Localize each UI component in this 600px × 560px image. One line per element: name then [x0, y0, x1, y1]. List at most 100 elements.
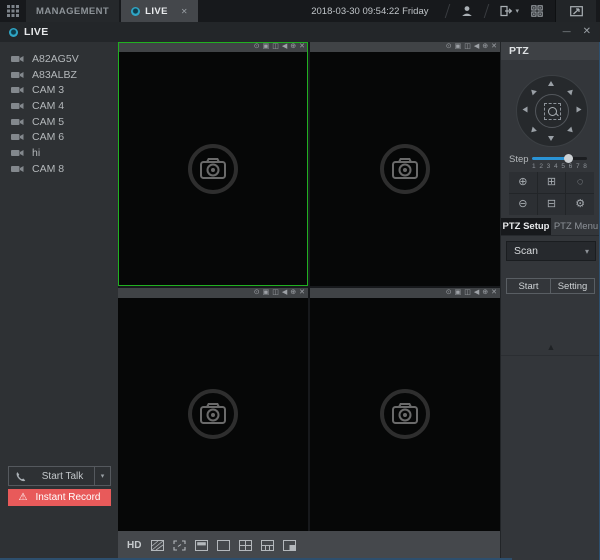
ptz-down-left-arrow[interactable]	[529, 127, 537, 135]
ptz-up-arrow[interactable]	[548, 81, 554, 86]
step-slider[interactable]	[532, 157, 587, 160]
digital-zoom-icon[interactable]: ⊕	[290, 42, 296, 52]
focus-out-button[interactable]: ⊟	[538, 194, 566, 215]
record-icon[interactable]: ⊙	[254, 42, 260, 52]
ptz-down-right-arrow[interactable]	[567, 127, 575, 135]
ptz-up-right-arrow[interactable]	[567, 88, 575, 96]
collapse-panel-button[interactable]: ▲	[501, 342, 600, 352]
iris-open-button[interactable]: ◌	[566, 172, 594, 193]
close-video-icon[interactable]: ✕	[491, 288, 497, 298]
video-area: ⊙ ▣ ◫ ◀ ⊕ ✕	[118, 42, 500, 560]
tab-live[interactable]: LIVE ✕	[121, 0, 198, 22]
original-ratio-button[interactable]	[151, 540, 164, 551]
ptz-3d-position-button[interactable]	[535, 94, 569, 128]
focus-in-button[interactable]: ⊞	[538, 172, 566, 193]
tab-ptz-menu[interactable]: PTZ Menu	[551, 218, 600, 235]
fullscreen-view-button[interactable]	[173, 540, 186, 551]
zoom-in-button[interactable]: ⊕	[509, 172, 537, 193]
camera-item-3[interactable]: CAM 3	[0, 82, 118, 98]
ptz-right-arrow[interactable]	[577, 107, 582, 113]
camera-placeholder-icon	[187, 388, 239, 440]
video-panel-body[interactable]	[310, 298, 500, 532]
start-talk-label: Start Talk	[31, 471, 94, 482]
snapshot-icon[interactable]: ▣	[263, 288, 270, 298]
video-panel-2[interactable]: ⊙ ▣ ◫ ◀ ⊕ ✕	[310, 42, 500, 286]
camera-item-8[interactable]: CAM 8	[0, 161, 118, 177]
audio-icon[interactable]: ◀	[474, 42, 479, 52]
lock-screen-button[interactable]	[525, 0, 549, 22]
close-video-icon[interactable]: ✕	[299, 288, 305, 298]
audio-icon[interactable]: ◀	[282, 288, 287, 298]
iris-close-button[interactable]: ⚙	[566, 194, 594, 215]
digital-zoom-icon[interactable]: ⊕	[482, 42, 488, 52]
camera-item-4[interactable]: CAM 4	[0, 98, 118, 114]
video-camera-icon	[11, 71, 24, 79]
video-panel-1[interactable]: ⊙ ▣ ◫ ◀ ⊕ ✕	[118, 42, 308, 286]
video-camera-icon	[11, 102, 24, 110]
stream-icon[interactable]: ◫	[464, 288, 471, 298]
close-video-icon[interactable]: ✕	[299, 42, 305, 52]
user-button[interactable]	[455, 0, 479, 22]
stream-icon[interactable]: ◫	[464, 42, 471, 52]
phone-icon	[9, 471, 31, 482]
video-panel-body[interactable]	[310, 52, 500, 286]
start-talk-button[interactable]: Start Talk ▾	[8, 466, 111, 486]
setting-button[interactable]: Setting	[550, 278, 595, 294]
video-panel-body[interactable]	[118, 52, 308, 286]
logout-button[interactable]: ▾	[494, 0, 525, 22]
ptz-function-select[interactable]: Scan ▾	[506, 241, 596, 261]
start-button[interactable]: Start	[506, 278, 551, 294]
record-icon[interactable]: ⊙	[446, 288, 452, 298]
close-icon[interactable]: ✕	[583, 27, 591, 37]
stream-icon[interactable]: ◫	[272, 42, 279, 52]
snapshot-icon[interactable]: ▣	[263, 42, 270, 52]
ptz-left-arrow[interactable]	[523, 107, 528, 113]
split-6-button[interactable]	[261, 540, 274, 551]
snapshot-icon[interactable]: ▣	[455, 288, 462, 298]
split-custom-button[interactable]	[283, 540, 296, 551]
ptz-up-left-arrow[interactable]	[529, 88, 537, 96]
tick-label: 8	[583, 163, 587, 171]
camera-item-2[interactable]: A83ALBZ	[0, 67, 118, 83]
camera-item-6[interactable]: CAM 6	[0, 129, 118, 145]
video-panel-3[interactable]: ⊙ ▣ ◫ ◀ ⊕ ✕	[118, 288, 308, 532]
topbar-right: 2018-03-30 09:54:22 Friday ▾	[311, 0, 600, 22]
home-menu-button[interactable]	[0, 0, 26, 22]
tick-label: 3	[547, 163, 551, 171]
fullscreen-icon	[570, 6, 583, 17]
video-camera-icon	[11, 55, 24, 63]
talk-dropdown-caret[interactable]: ▾	[94, 467, 110, 485]
record-icon[interactable]: ⊙	[446, 42, 452, 52]
stream-icon[interactable]: ◫	[272, 288, 279, 298]
digital-zoom-icon[interactable]: ⊕	[482, 288, 488, 298]
fullscreen-button[interactable]	[555, 0, 596, 22]
smartpss-window: MANAGEMENT LIVE ✕ 2018-03-30 09:54:22 Fr…	[0, 0, 600, 560]
digital-zoom-icon[interactable]: ⊕	[290, 288, 296, 298]
tab-management[interactable]: MANAGEMENT	[26, 0, 119, 22]
single-screen-button[interactable]	[195, 540, 208, 551]
camera-item-7[interactable]: hi	[0, 145, 118, 161]
step-ticks: 1 2 3 4 5 6 7 8	[532, 163, 587, 171]
zoom-out-button[interactable]: ⊖	[509, 194, 537, 215]
step-slider-thumb[interactable]	[564, 154, 573, 163]
instant-record-label: Instant Record	[35, 492, 100, 503]
camera-item-5[interactable]: CAM 5	[0, 114, 118, 130]
audio-icon[interactable]: ◀	[474, 288, 479, 298]
instant-record-button[interactable]: ⚠ Instant Record	[8, 489, 111, 506]
record-icon[interactable]: ⊙	[254, 288, 260, 298]
split-1-button[interactable]	[217, 540, 230, 551]
snapshot-icon[interactable]: ▣	[455, 42, 462, 52]
ptz-down-arrow[interactable]	[548, 136, 554, 141]
minimize-icon[interactable]: —	[563, 27, 571, 37]
camera-item-1[interactable]: A82AG5V	[0, 51, 118, 67]
video-panel-4[interactable]: ⊙ ▣ ◫ ◀ ⊕ ✕	[310, 288, 500, 532]
panel-toolbar: ⊙ ▣ ◫ ◀ ⊕ ✕	[118, 42, 308, 52]
video-panel-body[interactable]	[118, 298, 308, 532]
tab-ptz-setup[interactable]: PTZ Setup	[501, 218, 551, 235]
close-video-icon[interactable]: ✕	[491, 42, 497, 52]
tab-close-icon[interactable]: ✕	[181, 7, 188, 16]
audio-icon[interactable]: ◀	[282, 42, 287, 52]
hd-toggle[interactable]: HD	[127, 540, 141, 551]
split-4-button[interactable]	[239, 540, 252, 551]
camera-placeholder-icon	[379, 388, 431, 440]
